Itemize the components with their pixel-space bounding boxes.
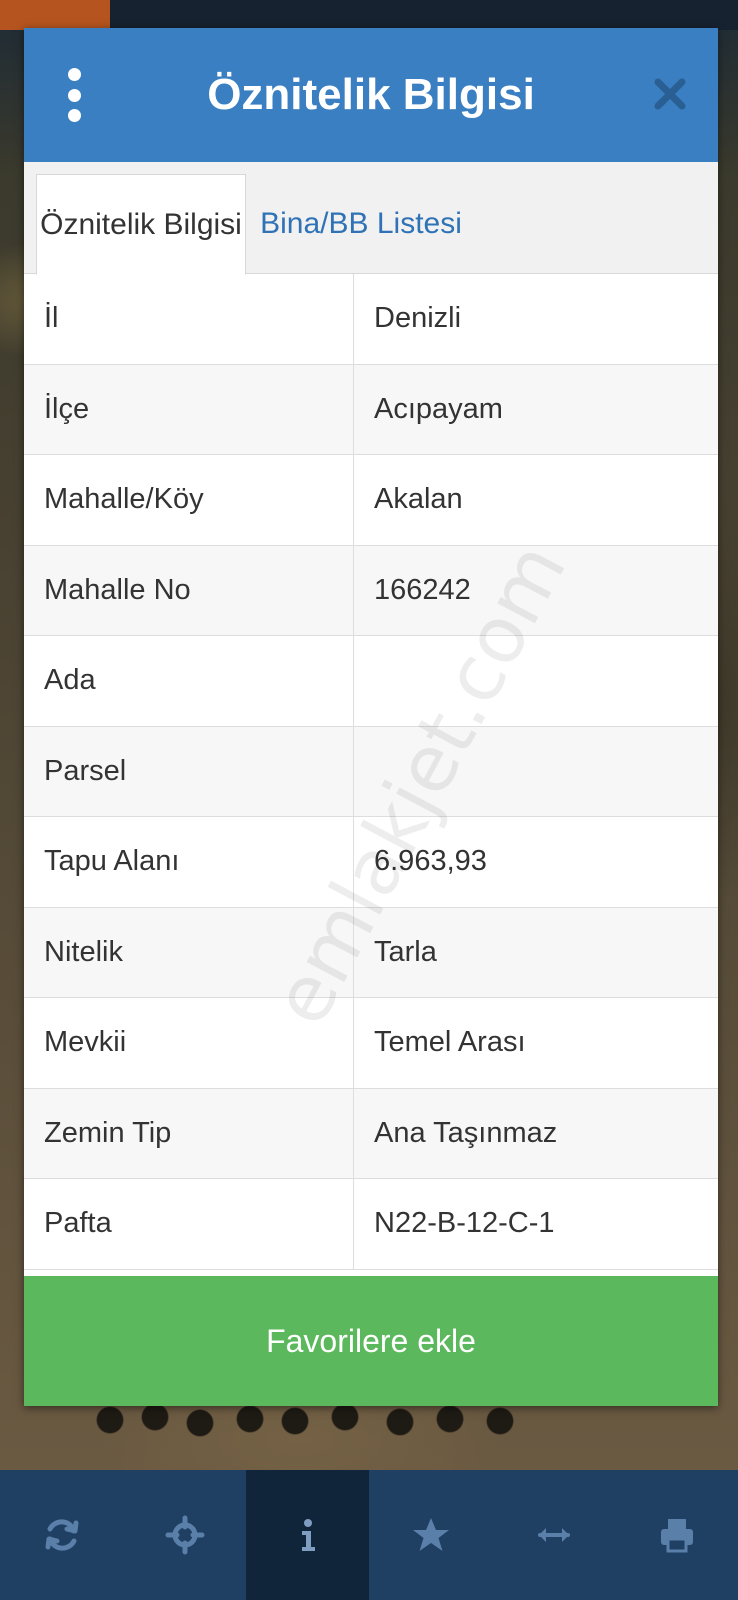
table-row: Tapu Alanı 6.963,93 <box>24 817 718 908</box>
tab-bar: Öznitelik Bilgisi Bina/BB Listesi <box>24 162 718 275</box>
attribute-key: İl <box>24 274 354 364</box>
tab-attribute-info[interactable]: Öznitelik Bilgisi <box>36 174 246 275</box>
attribute-key: Mevkii <box>24 998 354 1088</box>
table-row: Nitelik Tarla <box>24 907 718 998</box>
attribute-key: Pafta <box>24 1179 354 1269</box>
measure-icon <box>537 1528 570 1542</box>
measure-button[interactable] <box>492 1470 615 1600</box>
table-row: Mahalle/Köy Akalan <box>24 455 718 546</box>
attribute-key: İlçe <box>24 364 354 454</box>
dot <box>67 68 81 81</box>
more-options-button[interactable] <box>62 68 86 122</box>
dot <box>67 109 81 122</box>
table-row: Mahalle No 166242 <box>24 545 718 636</box>
attribute-value: Denizli <box>374 302 462 335</box>
attribute-value: N22-B-12-C-1 <box>374 1207 555 1240</box>
attribute-key: Nitelik <box>24 907 354 997</box>
attribute-key: Zemin Tip <box>24 1088 354 1178</box>
print-icon <box>660 1519 693 1553</box>
dot <box>67 88 81 102</box>
attribute-value <box>354 727 718 817</box>
dialog-header: Öznitelik Bilgisi <box>24 28 718 162</box>
table-row: İl Denizli <box>24 274 718 365</box>
crosshair-icon <box>165 1515 204 1555</box>
attribute-key: Tapu Alanı <box>24 817 354 907</box>
attribute-value: Temel Arası <box>374 1026 526 1059</box>
table-row: Mevkii Temel Arası <box>24 998 718 1089</box>
star-icon <box>412 1518 449 1551</box>
table-row: İlçe Acıpayam <box>24 364 718 455</box>
map-tile <box>0 0 110 30</box>
print-button[interactable] <box>615 1470 738 1600</box>
attribute-value: 6.963,93 <box>374 845 487 878</box>
attribute-value: Akalan <box>374 483 463 516</box>
attribute-key: Parsel <box>24 726 354 816</box>
info-button[interactable] <box>246 1470 369 1600</box>
close-icon <box>654 78 686 110</box>
attribute-value <box>354 636 718 726</box>
table-row: Parsel <box>24 726 718 817</box>
attribute-table: İl Denizli İlçe Acıpayam Mahalle/Köy Aka… <box>24 274 718 1270</box>
tab-building-list[interactable]: Bina/BB Listesi <box>246 174 476 274</box>
add-to-favorites-button[interactable]: Favorilere ekle <box>24 1276 718 1406</box>
refresh-button[interactable] <box>0 1470 123 1600</box>
attribute-value: Acıpayam <box>374 392 503 425</box>
table-row: Ada <box>24 636 718 727</box>
favorites-button[interactable] <box>369 1470 492 1600</box>
attribute-key: Ada <box>24 636 354 726</box>
dialog-title: Öznitelik Bilgisi <box>207 70 535 119</box>
attribute-value: 166242 <box>374 573 471 606</box>
table-row: Zemin Tip Ana Taşınmaz <box>24 1088 718 1179</box>
locate-button[interactable] <box>123 1470 246 1600</box>
attribute-key: Mahalle No <box>24 545 354 635</box>
table-row: Pafta N22-B-12-C-1 <box>24 1179 718 1270</box>
attribute-key: Mahalle/Köy <box>24 455 354 545</box>
map-tile <box>110 0 738 30</box>
refresh-icon <box>45 1519 78 1551</box>
close-button[interactable] <box>650 74 690 114</box>
attribute-value: Tarla <box>374 935 437 968</box>
bottom-toolbar <box>0 1470 738 1600</box>
attribute-value: Ana Taşınmaz <box>374 1116 558 1149</box>
attribute-info-dialog: Öznitelik Bilgisi Öznitelik Bilgisi Bina… <box>24 28 718 1406</box>
info-icon <box>301 1519 315 1551</box>
